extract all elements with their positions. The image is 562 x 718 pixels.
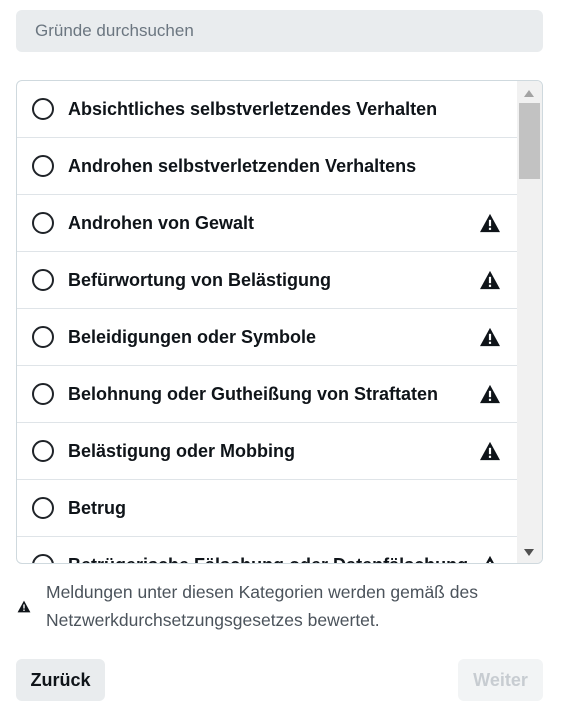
radio-unchecked-icon[interactable] bbox=[32, 440, 54, 462]
reason-option[interactable]: Betrügerische Fälschung oder Datenfälsch… bbox=[17, 537, 519, 564]
scrollbar-thumb[interactable] bbox=[519, 103, 540, 179]
radio-unchecked-icon[interactable] bbox=[32, 98, 54, 120]
reason-option[interactable]: Befürwortung von Belästigung bbox=[17, 252, 519, 309]
warning-icon bbox=[17, 600, 31, 613]
reason-option[interactable]: Androhen selbstverletzenden Verhaltens bbox=[17, 138, 519, 195]
reason-option-label: Androhen von Gewalt bbox=[68, 212, 255, 233]
radio-unchecked-icon[interactable] bbox=[32, 383, 54, 405]
next-button[interactable]: Weiter bbox=[458, 659, 543, 701]
radio-unchecked-icon[interactable] bbox=[32, 212, 54, 234]
scroll-up-arrow-icon[interactable] bbox=[524, 90, 534, 97]
scroll-down-arrow-icon[interactable] bbox=[524, 549, 534, 556]
warning-icon bbox=[480, 384, 500, 404]
back-button[interactable]: Zurück bbox=[16, 659, 105, 701]
radio-unchecked-icon[interactable] bbox=[32, 326, 54, 348]
reason-option-label: Absichtliches selbstverletzendes Verhalt… bbox=[68, 98, 438, 119]
warning-icon bbox=[480, 270, 500, 290]
reason-list: Absichtliches selbstverletzendes Verhalt… bbox=[17, 81, 519, 564]
radio-unchecked-icon[interactable] bbox=[32, 155, 54, 177]
search-input[interactable] bbox=[33, 20, 543, 42]
warning-icon bbox=[486, 555, 494, 563]
reason-option-label: Belästigung oder Mobbing bbox=[68, 440, 295, 461]
warning-icon bbox=[480, 327, 500, 347]
radio-unchecked-icon[interactable] bbox=[32, 269, 54, 291]
reason-option[interactable]: Belästigung oder Mobbing bbox=[17, 423, 519, 480]
reason-option-label: Belohnung oder Gutheißung von Straftaten bbox=[68, 383, 438, 404]
warning-icon bbox=[480, 441, 500, 461]
reason-option[interactable]: Beleidigungen oder Symbole bbox=[17, 309, 519, 366]
reason-option[interactable]: Androhen von Gewalt bbox=[17, 195, 519, 252]
reason-option[interactable]: Absichtliches selbstverletzendes Verhalt… bbox=[17, 81, 519, 138]
radio-unchecked-icon[interactable] bbox=[32, 554, 54, 563]
scrollbar[interactable] bbox=[517, 81, 542, 563]
reason-option-label: Androhen selbstverletzenden Verhaltens bbox=[68, 155, 417, 176]
reason-option-label: Beleidigungen oder Symbole bbox=[68, 326, 317, 347]
search-field[interactable] bbox=[16, 10, 543, 52]
radio-unchecked-icon[interactable] bbox=[32, 497, 54, 519]
reason-option-label: Befürwortung von Belästigung bbox=[68, 269, 331, 290]
reason-option-label: Betrug bbox=[68, 497, 126, 518]
legal-note-text: Meldungen unter diesen Kategorien werden… bbox=[46, 582, 478, 630]
reason-option[interactable]: Belohnung oder Gutheißung von Straftaten bbox=[17, 366, 519, 423]
reason-list-box: Absichtliches selbstverletzendes Verhalt… bbox=[16, 80, 543, 564]
reason-option-label: Betrügerische Fälschung oder Datenfälsch… bbox=[68, 555, 468, 564]
reason-option[interactable]: Betrug bbox=[17, 480, 519, 537]
warning-icon bbox=[480, 213, 500, 233]
